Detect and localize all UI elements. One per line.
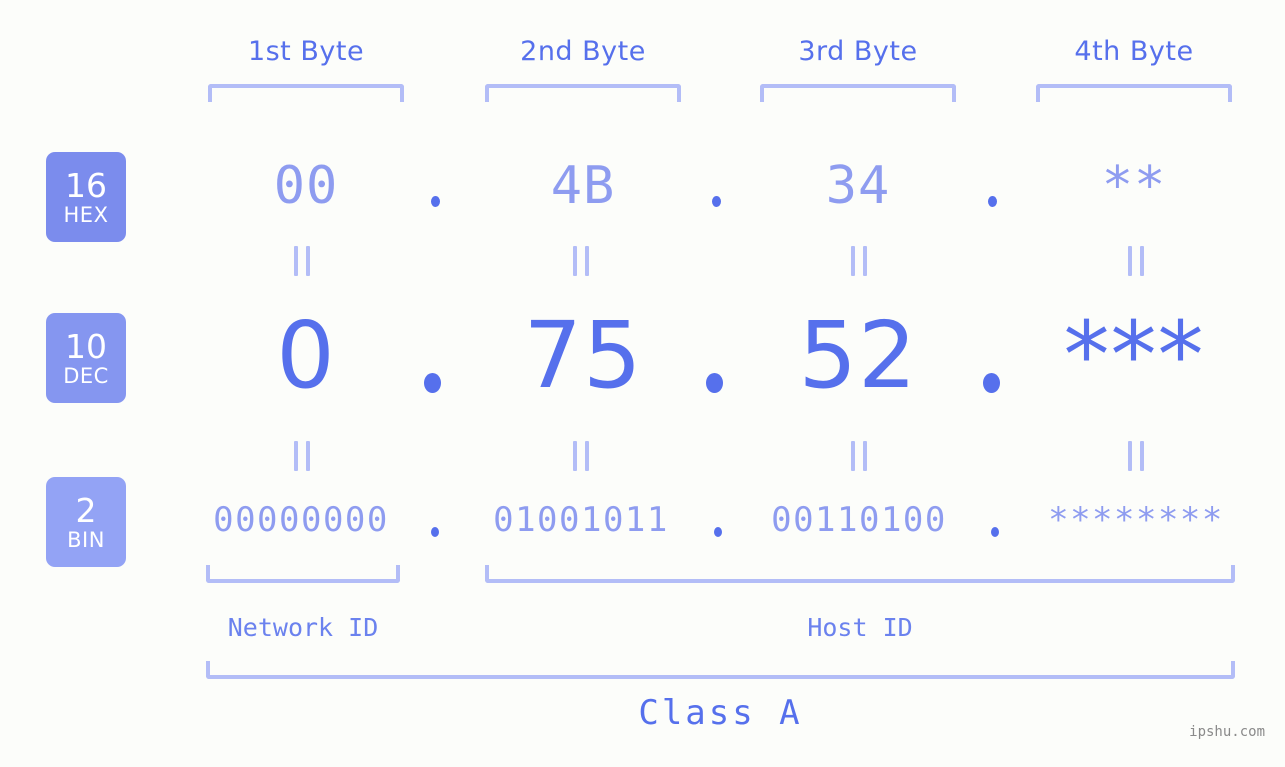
watermark: ipshu.com xyxy=(1189,724,1265,740)
equivalence-mark-hex-dec-4 xyxy=(1128,246,1144,276)
equivalence-mark-dec-bin-1 xyxy=(294,441,310,471)
dec-dot-separator-1 xyxy=(424,373,441,393)
class-bracket xyxy=(206,661,1235,679)
ip-address-breakdown-diagram: 1st Byte 2nd Byte 3rd Byte 4th Byte 16 H… xyxy=(0,0,1285,767)
bin-dot-separator-2 xyxy=(714,527,722,537)
equivalence-mark-hex-dec-2 xyxy=(573,246,589,276)
network-id-bracket xyxy=(206,565,400,583)
hex-byte-4: ** xyxy=(1101,156,1167,216)
bin-dot-separator-3 xyxy=(991,527,999,537)
bin-byte-3: 00110100 xyxy=(771,500,947,540)
network-id-label: Network ID xyxy=(227,613,379,642)
hex-byte-1: 00 xyxy=(273,156,339,216)
byte-bracket-top-4 xyxy=(1036,84,1232,102)
equivalence-mark-dec-bin-3 xyxy=(851,441,867,471)
equivalence-mark-dec-bin-4 xyxy=(1128,441,1144,471)
base-badge-dec-name: DEC xyxy=(63,363,109,388)
equivalence-mark-hex-dec-1 xyxy=(294,246,310,276)
host-id-label: Host ID xyxy=(807,613,913,642)
equivalence-mark-hex-dec-3 xyxy=(851,246,867,276)
base-badge-bin: 2 BIN xyxy=(46,477,126,567)
class-label: Class A xyxy=(638,693,803,733)
base-badge-bin-name: BIN xyxy=(67,527,105,552)
equivalence-mark-dec-bin-2 xyxy=(573,441,589,471)
hex-byte-3: 34 xyxy=(825,156,891,216)
base-badge-bin-number: 2 xyxy=(75,490,97,530)
bin-dot-separator-1 xyxy=(431,527,439,537)
byte-header-4: 4th Byte xyxy=(1074,36,1194,67)
dec-dot-separator-2 xyxy=(706,373,723,393)
bin-byte-1: 00000000 xyxy=(213,500,389,540)
hex-dot-separator-1 xyxy=(431,196,440,207)
byte-bracket-top-1 xyxy=(208,84,404,102)
base-badge-hex: 16 HEX xyxy=(46,152,126,242)
bin-byte-2: 01001011 xyxy=(493,500,669,540)
byte-header-3: 3rd Byte xyxy=(798,36,918,67)
base-badge-hex-number: 16 xyxy=(65,165,107,205)
host-id-bracket xyxy=(485,565,1235,583)
dec-byte-1: 0 xyxy=(276,302,336,409)
dec-dot-separator-3 xyxy=(983,373,1000,393)
bin-byte-4: ******** xyxy=(1048,500,1224,540)
hex-byte-2: 4B xyxy=(550,156,616,216)
byte-bracket-top-3 xyxy=(760,84,956,102)
base-badge-hex-name: HEX xyxy=(63,202,109,227)
hex-dot-separator-3 xyxy=(988,196,997,207)
hex-dot-separator-2 xyxy=(712,196,721,207)
base-badge-dec-number: 10 xyxy=(65,326,107,366)
base-badge-dec: 10 DEC xyxy=(46,313,126,403)
byte-header-2: 2nd Byte xyxy=(520,36,646,67)
dec-byte-2: 75 xyxy=(523,302,643,409)
byte-header-1: 1st Byte xyxy=(247,36,365,67)
dec-byte-3: 52 xyxy=(798,302,918,409)
dec-byte-4: *** xyxy=(1063,302,1205,409)
byte-bracket-top-2 xyxy=(485,84,681,102)
